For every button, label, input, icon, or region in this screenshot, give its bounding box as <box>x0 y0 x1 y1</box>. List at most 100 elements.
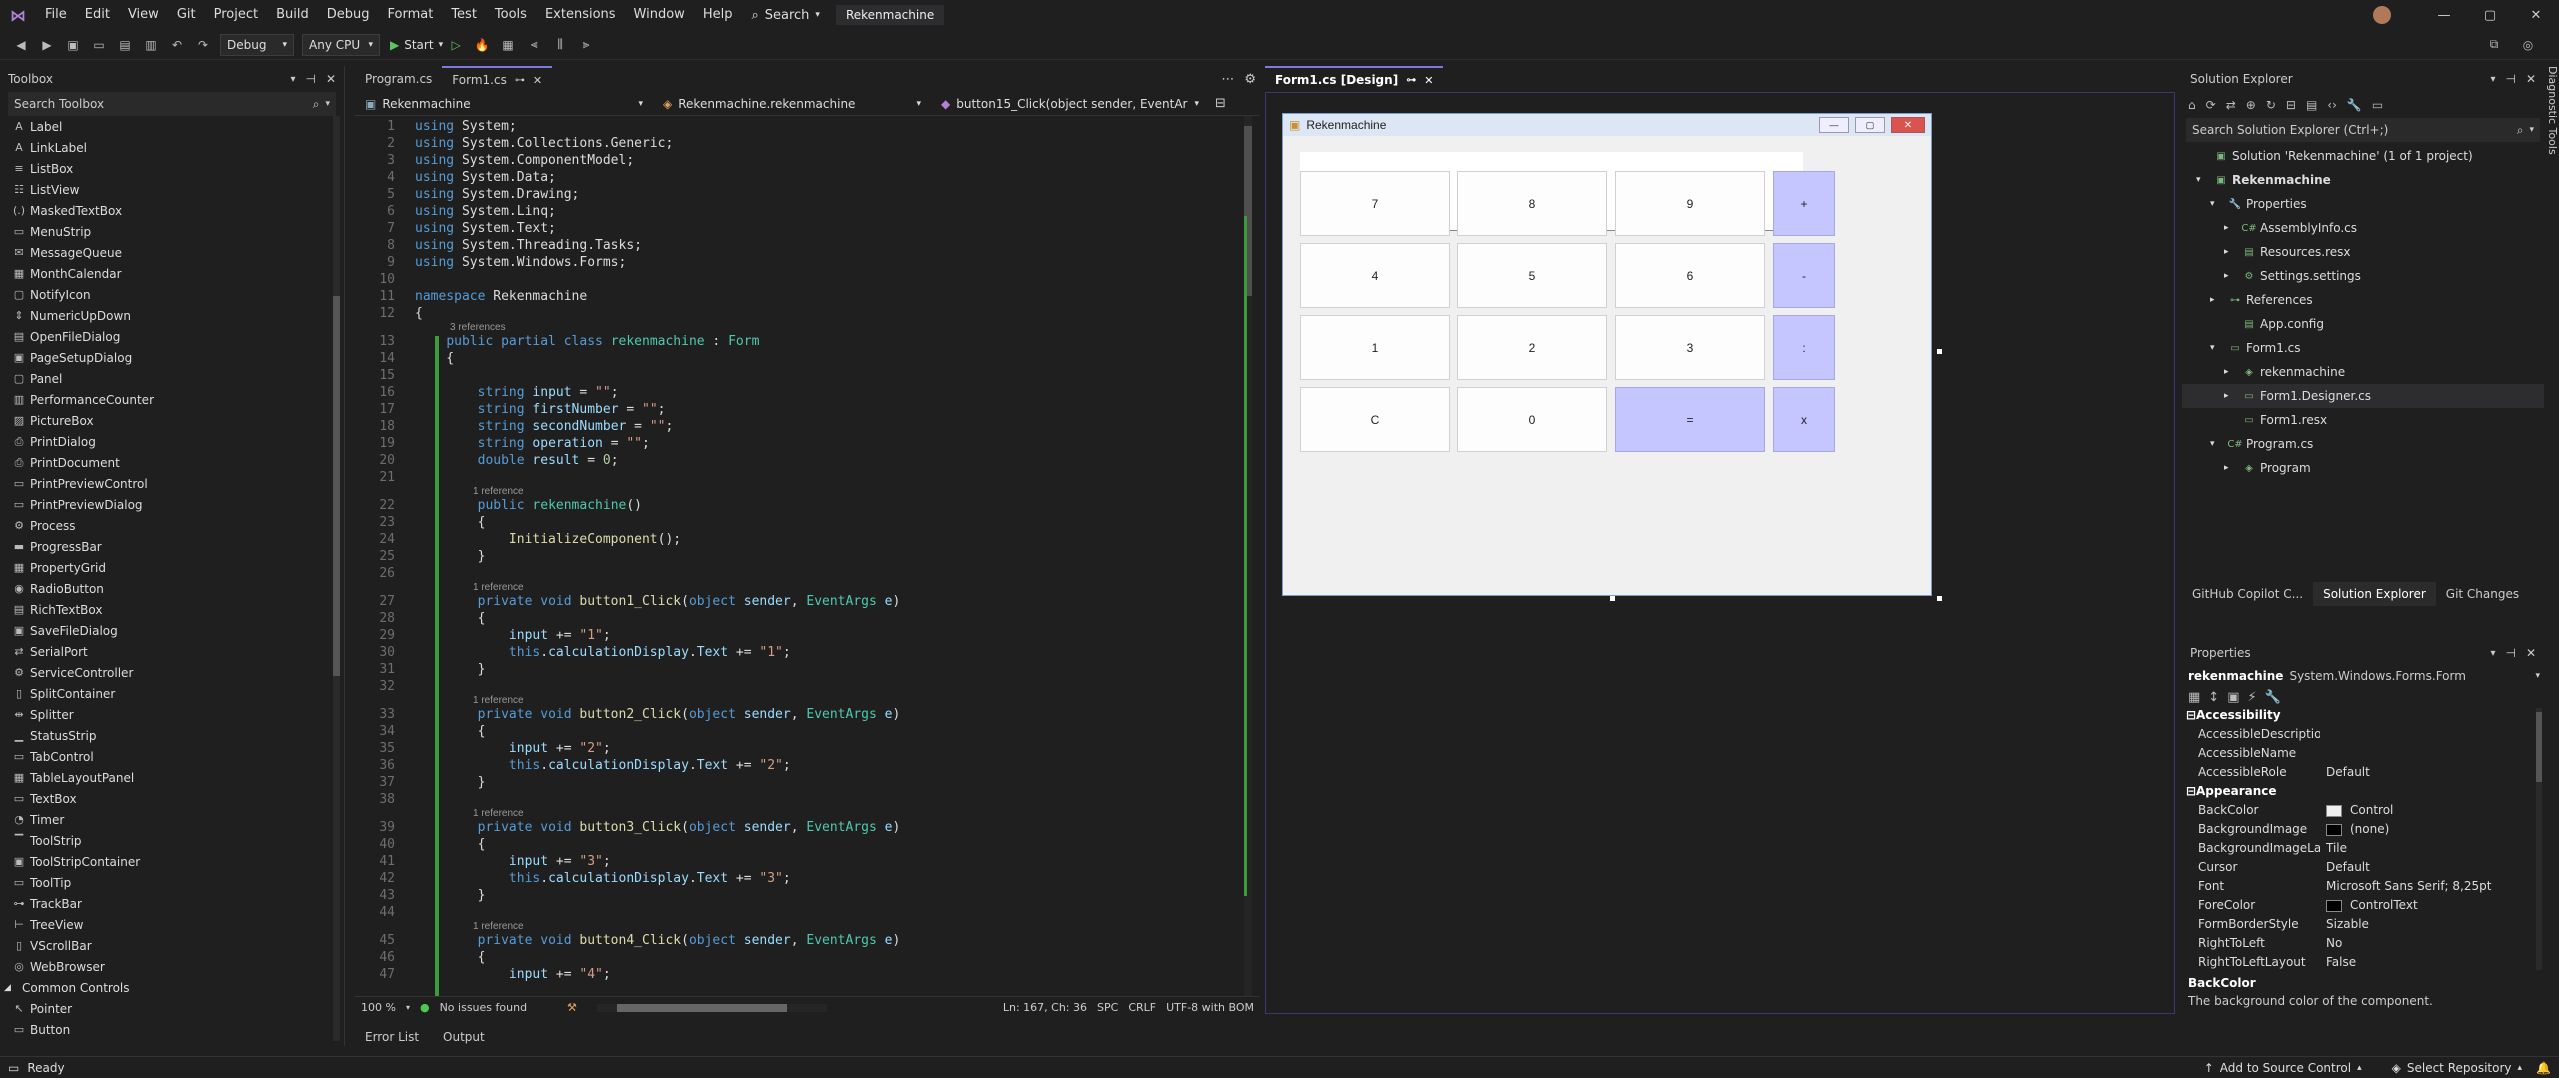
menu-item-git[interactable]: Git <box>168 0 205 30</box>
toolbox-item-serialport[interactable]: ⇄ SerialPort <box>0 641 344 662</box>
solution-node-solution-rekenmachine-1-of-1-project[interactable]: ▣ Solution 'Rekenmachine' (1 of 1 project… <box>2182 144 2544 168</box>
property-value[interactable]: Control <box>2320 803 2544 822</box>
code-area[interactable]: 1 using System; 2 using System.Collections… <box>355 116 1260 996</box>
solution-node-references[interactable]: ▸ ⊶ References <box>2182 288 2544 312</box>
toolbox-item-messagequeue[interactable]: ✉ MessageQueue <box>0 242 344 263</box>
property-value[interactable] <box>2320 727 2544 746</box>
property-value[interactable]: Microsoft Sans Serif; 8,25pt <box>2320 879 2544 898</box>
category-accessibility[interactable]: ⊟ Accessibility <box>2182 708 2544 727</box>
start-without-debug-icon[interactable]: ▷ <box>445 34 467 56</box>
calc-button-5[interactable]: 5 <box>1457 243 1607 308</box>
pin-icon[interactable]: ⊣ <box>2505 646 2515 660</box>
events-icon[interactable]: ⚡ <box>2248 690 2257 705</box>
property-value[interactable]: Tile <box>2320 841 2544 860</box>
close-icon[interactable]: ✕ <box>2513 8 2559 23</box>
toolbox-item-tooltip[interactable]: ▭ ToolTip <box>0 872 344 893</box>
start-button[interactable]: ▶ Start ▾ <box>390 38 443 52</box>
expanded-icon[interactable]: ▾ <box>2196 175 2210 185</box>
toolbox-item-radiobutton[interactable]: ◉ RadioButton <box>0 578 344 599</box>
toolbox-item-treeview[interactable]: ⊢ TreeView <box>0 914 344 935</box>
property-row-righttoleftlayout[interactable]: RightToLeftLayout False <box>2182 955 2544 970</box>
property-value[interactable]: No <box>2320 936 2544 955</box>
collapsed-icon[interactable]: ▸ <box>2224 247 2238 257</box>
calc-button-8[interactable]: 1 <box>1300 315 1450 380</box>
resize-handle[interactable] <box>1937 596 1942 601</box>
solution-node-rekenmachine[interactable]: ▸ ◈ rekenmachine <box>2182 360 2544 384</box>
pin-icon[interactable]: ⊣ <box>305 72 315 86</box>
toolbox-item-toolstrip[interactable]: ▔ ToolStrip <box>0 830 344 851</box>
close-icon[interactable]: ✕ <box>326 72 336 86</box>
collapsed-icon[interactable]: ▸ <box>2224 223 2238 233</box>
menu-item-window[interactable]: Window <box>625 0 694 30</box>
collapsed-icon[interactable]: ▸ <box>2224 391 2238 401</box>
property-row-backcolor[interactable]: BackColor Control <box>2182 803 2544 822</box>
codelens-ref[interactable]: 1 reference <box>355 582 1260 593</box>
tab-form1-design[interactable]: Form1.cs [Design] ⊶ ✕ <box>1265 66 1444 92</box>
property-value[interactable]: Sizable <box>2320 917 2544 936</box>
calc-button-14[interactable]: = <box>1615 387 1765 452</box>
tab-solution-explorer[interactable]: Solution Explorer <box>2313 582 2436 606</box>
close-icon[interactable]: ✕ <box>2526 72 2536 86</box>
menu-item-extensions[interactable]: Extensions <box>536 0 625 30</box>
toolbox-item-printdialog[interactable]: ⎙ PrintDialog <box>0 431 344 452</box>
toolbox-item-panel[interactable]: ▢ Panel <box>0 368 344 389</box>
toolbox-item-splitter[interactable]: ⇹ Splitter <box>0 704 344 725</box>
toolbox-item-printdocument[interactable]: ⎙ PrintDocument <box>0 452 344 473</box>
calc-button-9[interactable]: 2 <box>1457 315 1607 380</box>
solution-node-properties[interactable]: ▾ 🔧 Properties <box>2182 192 2544 216</box>
toolbox-item-pagesetupdialog[interactable]: ▣ PageSetupDialog <box>0 347 344 368</box>
zoom-level[interactable]: 100 % <box>361 1001 396 1014</box>
home-icon[interactable]: ⌂ <box>2188 98 2196 112</box>
close-icon[interactable]: ✕ <box>533 74 542 87</box>
collapsed-icon[interactable]: ▸ <box>2224 271 2238 281</box>
settings-icon[interactable]: ⚙ <box>1244 72 1256 87</box>
alphabetical-icon[interactable]: ↕ <box>2208 690 2219 705</box>
resize-handle[interactable] <box>1610 596 1615 601</box>
config-select[interactable]: Debug ▾ <box>220 33 294 56</box>
menu-item-edit[interactable]: Edit <box>76 0 119 30</box>
menu-item-project[interactable]: Project <box>205 0 267 30</box>
categorized-icon[interactable]: ▦ <box>2188 690 2200 705</box>
solution-node-resources-resx[interactable]: ▸ ▤ Resources.resx <box>2182 240 2544 264</box>
minimize-icon[interactable]: — <box>2421 8 2467 23</box>
avatar[interactable] <box>2373 6 2391 24</box>
toolbox-item-progressbar[interactable]: ▬ ProgressBar <box>0 536 344 557</box>
tab-git-changes[interactable]: Git Changes <box>2436 582 2529 606</box>
toolbox-item-notifyicon[interactable]: ▢ NotifyIcon <box>0 284 344 305</box>
new-project-icon[interactable]: ▣ <box>62 34 84 56</box>
toolbox-item-picturebox[interactable]: ▨ PictureBox <box>0 410 344 431</box>
toolbox-item-linklabel[interactable]: A LinkLabel <box>0 137 344 158</box>
solution-node-form1-designer-cs[interactable]: ▸ ▭ Form1.Designer.cs <box>2182 384 2544 408</box>
solution-node-program-cs[interactable]: ▾ C# Program.cs <box>2182 432 2544 456</box>
property-row-forecolor[interactable]: ForeColor ControlText <box>2182 898 2544 917</box>
solution-search[interactable]: Search Solution Explorer (Ctrl+;) ⌕ ▾ <box>2186 118 2540 142</box>
properties-view-icon[interactable]: ▣ <box>2227 690 2239 705</box>
tab-output[interactable]: Output <box>433 1026 495 1048</box>
toolbox-item-richtextbox[interactable]: ▤ RichTextBox <box>0 599 344 620</box>
toolbox-item-maskedtextbox[interactable]: (.) MaskedTextBox <box>0 200 344 221</box>
property-row-backgroundimagelayout[interactable]: BackgroundImageLayout Tile <box>2182 841 2544 860</box>
property-value[interactable]: Default <box>2320 765 2544 784</box>
collapsed-icon[interactable]: ▸ <box>2224 463 2238 473</box>
toolbox-item-menustrip[interactable]: ▭ MenuStrip <box>0 221 344 242</box>
back-icon[interactable]: ◀ <box>10 34 32 56</box>
expanded-icon[interactable]: ▾ <box>2210 343 2224 353</box>
switch-views-icon[interactable]: ⇄ <box>2226 98 2236 112</box>
code-icon[interactable]: ‹› <box>2327 98 2337 112</box>
property-row-accessiblename[interactable]: AccessibleName <box>2182 746 2544 765</box>
solution-node-form1-resx[interactable]: ▭ Form1.resx <box>2182 408 2544 432</box>
toolbox-item-listview[interactable]: ☷ ListView <box>0 179 344 200</box>
solution-node-rekenmachine[interactable]: ▾ ▣ Rekenmachine <box>2182 168 2544 192</box>
forward-icon[interactable]: ▶ <box>36 34 58 56</box>
calc-button-15[interactable]: x <box>1773 387 1835 452</box>
menu-item-build[interactable]: Build <box>267 0 318 30</box>
toolbox-item-timer[interactable]: ◔ Timer <box>0 809 344 830</box>
menu-item-format[interactable]: Format <box>379 0 443 30</box>
toolbox-item-printpreviewdialog[interactable]: ▭ PrintPreviewDialog <box>0 494 344 515</box>
pin-icon[interactable]: ⊶ <box>1406 75 1416 86</box>
tab-error-list[interactable]: Error List <box>355 1026 429 1048</box>
toolbox-item-trackbar[interactable]: ⊶ TrackBar <box>0 893 344 914</box>
toolbox-item-vscrollbar[interactable]: ▯ VScrollBar <box>0 935 344 956</box>
property-value[interactable] <box>2320 746 2544 765</box>
issues-status[interactable]: No issues found <box>440 1001 527 1014</box>
